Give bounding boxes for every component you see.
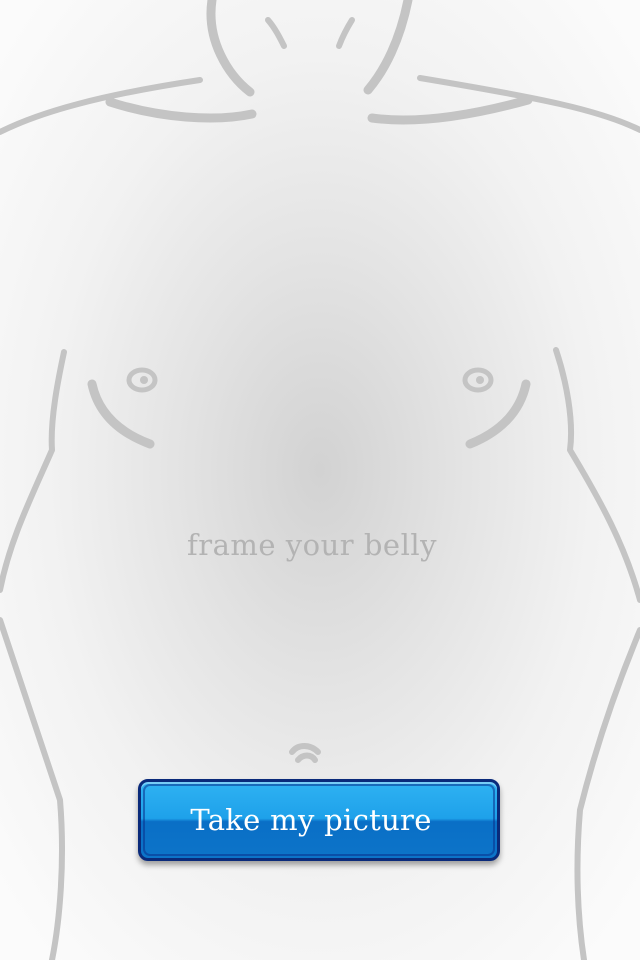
throat-mark-left — [265, 17, 287, 49]
nipple-left — [126, 367, 158, 393]
frame-belly-guide-text: frame your belly — [186, 528, 438, 562]
neck-right-line — [363, 0, 413, 95]
throat-mark-right — [336, 17, 355, 49]
torso-right-line — [553, 347, 640, 603]
take-picture-label: Take my picture — [190, 803, 432, 837]
neck-left-line — [206, 0, 255, 97]
navel-mark-inner — [295, 752, 318, 763]
waist-right-line — [574, 627, 640, 960]
nipple-right — [462, 367, 494, 393]
shoulder-left-line — [0, 77, 203, 135]
pec-right-curve — [465, 379, 531, 449]
camera-framing-screen: frame your belly Take my picture — [0, 0, 640, 960]
navel-mark — [289, 743, 321, 755]
waist-left-line — [0, 617, 65, 960]
take-picture-button[interactable]: Take my picture — [138, 779, 500, 861]
collarbone-right — [367, 95, 533, 125]
collarbone-left — [105, 97, 257, 123]
pec-left-curve — [87, 379, 155, 449]
